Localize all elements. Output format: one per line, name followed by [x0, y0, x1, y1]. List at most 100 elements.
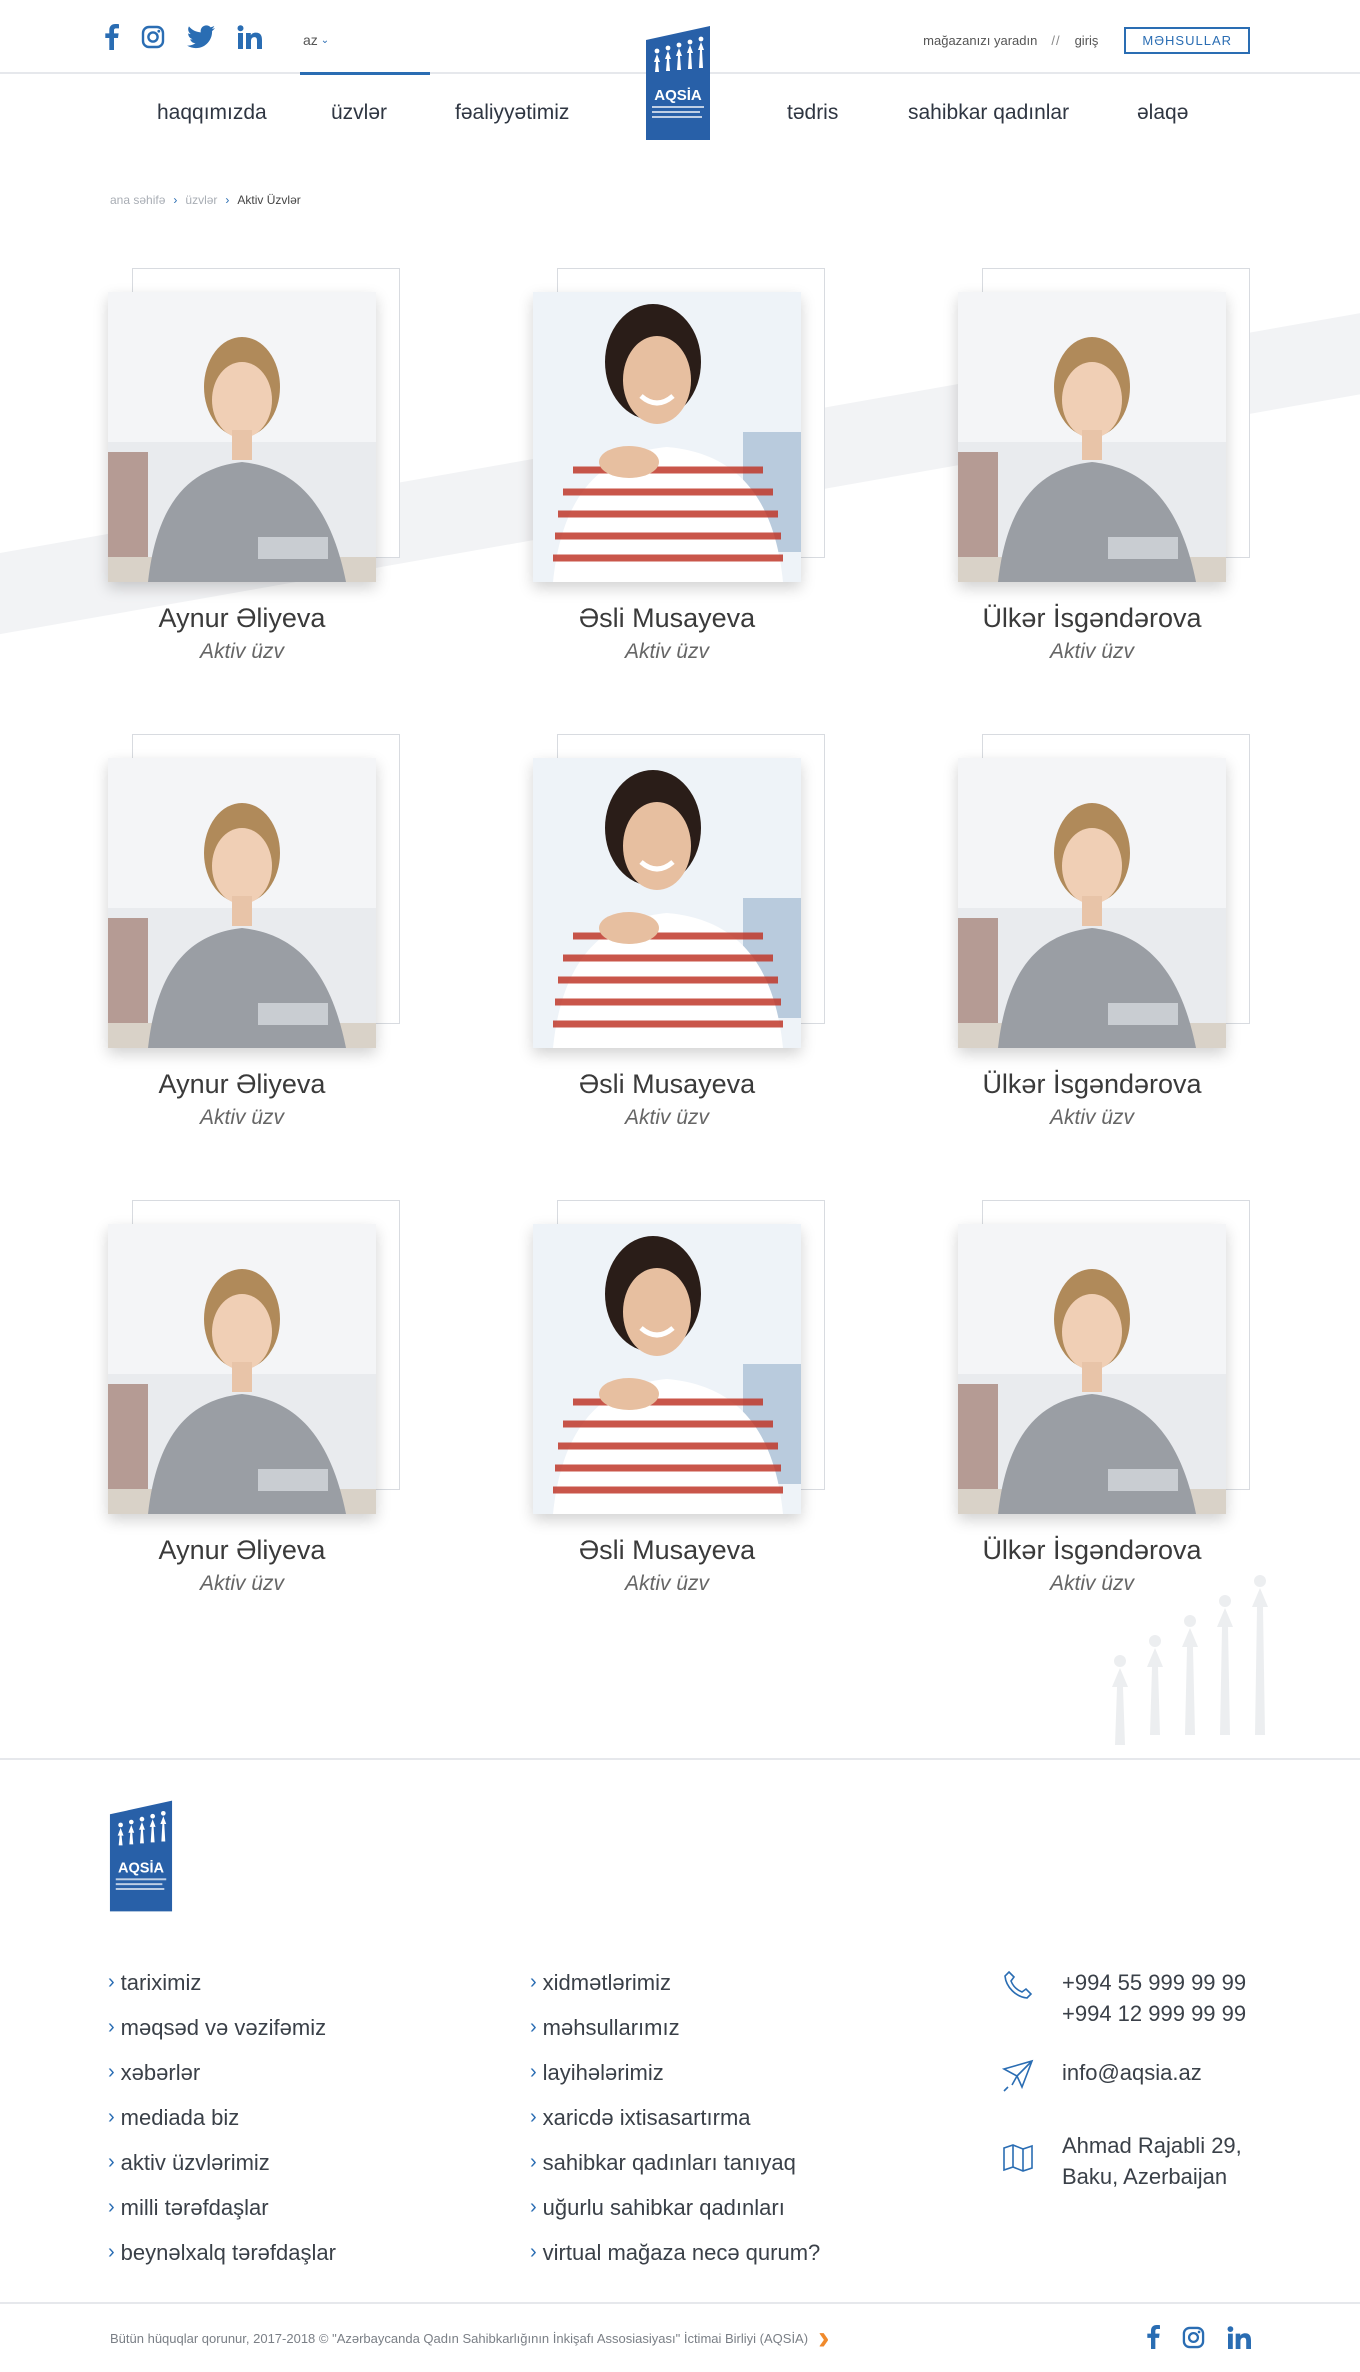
member-name[interactable]: Ülkər İsgəndərova	[958, 1535, 1226, 1566]
nav-item-members[interactable]: üzvlər	[331, 101, 387, 125]
member-name[interactable]: Aynur Əliyeva	[108, 603, 376, 634]
chevron-down-icon: ⌄	[320, 34, 330, 46]
chevron-right-icon: ›	[108, 2061, 115, 2083]
address-line-1: Ahmad Rajabli 29,	[1062, 2133, 1242, 2158]
twitter-icon[interactable]	[187, 22, 215, 52]
footer-link-successful-women[interactable]: › uğurlu sahibkar qadınları	[530, 2192, 820, 2223]
footer-link-projects[interactable]: › layihələrimiz	[530, 2057, 820, 2088]
phone-1[interactable]: +994 55 999 99 99	[1062, 1967, 1246, 1998]
chevron-right-icon: ›	[108, 2241, 115, 2263]
member-photo[interactable]	[108, 1224, 376, 1514]
member-card[interactable]: Aynur Əliyeva Aktiv üzv	[108, 268, 408, 688]
chevron-right-icon: ›	[530, 2196, 537, 2218]
member-name[interactable]: Əsli Musayeva	[533, 1069, 801, 1100]
member-name[interactable]: Əsli Musayeva	[533, 603, 801, 634]
member-photo[interactable]	[533, 292, 801, 582]
member-role: Aktiv üzv	[624, 1106, 710, 1129]
chevron-right-icon: ›	[108, 2016, 115, 2038]
member-card[interactable]: Ülkər İsgəndərova Aktiv üzv	[958, 1200, 1258, 1620]
member-card[interactable]: Əsli Musayeva Aktiv üzv	[533, 268, 833, 688]
member-card[interactable]: Aynur Əliyeva Aktiv üzv	[108, 734, 408, 1154]
instagram-icon[interactable]	[141, 22, 165, 52]
member-role: Aktiv üzv	[624, 640, 710, 663]
footer-link-virtual-store[interactable]: › virtual mağaza necə qurum?	[530, 2237, 820, 2268]
chevron-right-icon: ›	[108, 2151, 115, 2173]
member-photo[interactable]	[958, 758, 1226, 1048]
map-icon	[1003, 2144, 1033, 2172]
phone-2[interactable]: +994 12 999 99 99	[1062, 1998, 1246, 2029]
footer-divider	[0, 1758, 1360, 1760]
chevron-right-icon: ›	[108, 2196, 115, 2218]
footer-link-national-partners[interactable]: › milli tərəfdaşlar	[108, 2192, 336, 2223]
footer-link-news[interactable]: › xəbərlər	[108, 2057, 336, 2088]
footer-link-products[interactable]: › məhsullarımız	[530, 2012, 820, 2043]
member-role: Aktiv üzv	[1049, 1572, 1135, 1595]
chevron-right-icon: ›	[530, 2016, 537, 2038]
language-select[interactable]: az ⌄	[303, 32, 329, 48]
paper-plane-icon	[1001, 2059, 1034, 2092]
member-photo[interactable]	[108, 758, 376, 1048]
member-card[interactable]: Ülkər İsgəndərova Aktiv üzv	[958, 734, 1258, 1154]
member-photo[interactable]	[533, 758, 801, 1048]
member-name[interactable]: Aynur Əliyeva	[108, 1069, 376, 1100]
login-link[interactable]: giriş	[1075, 33, 1099, 48]
create-store-link[interactable]: mağazanızı yaradın	[923, 33, 1037, 48]
member-card[interactable]: Əsli Musayeva Aktiv üzv	[533, 734, 833, 1154]
member-card[interactable]: Aynur Əliyeva Aktiv üzv	[108, 1200, 408, 1620]
phone-icon	[1004, 1970, 1033, 1999]
footer-link-international-partners[interactable]: › beynəlxalq tərəfdaşlar	[108, 2237, 336, 2268]
member-photo[interactable]	[108, 292, 376, 582]
footer-link-services[interactable]: › xidmətlərimiz	[530, 1967, 820, 1998]
facebook-icon[interactable]	[105, 22, 119, 52]
nav-item-activities[interactable]: fəaliyyətimiz	[455, 101, 569, 125]
member-name[interactable]: Aynur Əliyeva	[108, 1535, 376, 1566]
footer-link-media[interactable]: › mediada biz	[108, 2102, 336, 2133]
member-role: Aktiv üzv	[199, 1106, 285, 1129]
footer-link-meet-entrepreneurs[interactable]: › sahibkar qadınları tanıyaq	[530, 2147, 820, 2178]
chevron-right-icon: ›	[530, 1971, 537, 1993]
footer-link-active-members[interactable]: › aktiv üzvlərimiz	[108, 2147, 336, 2178]
member-name[interactable]: Ülkər İsgəndərova	[958, 1069, 1226, 1100]
nav-item-training[interactable]: tədris	[787, 101, 838, 125]
member-card[interactable]: Əsli Musayeva Aktiv üzv	[533, 1200, 833, 1620]
arrow-right-icon[interactable]: ›	[818, 2321, 829, 2355]
member-card[interactable]: Ülkər İsgəndərova Aktiv üzv	[958, 268, 1258, 688]
footer-links-col1: › tariximiz › məqsəd və vəzifəmiz › xəbərlə…	[108, 1967, 336, 2268]
member-photo[interactable]	[958, 292, 1226, 582]
footer-link-history[interactable]: › tariximiz	[108, 1967, 336, 1998]
chevron-right-icon: ›	[173, 193, 178, 207]
nav-item-about[interactable]: haqqımızda	[157, 101, 267, 125]
linkedin-icon[interactable]	[1227, 2322, 1252, 2352]
member-name[interactable]: Əsli Musayeva	[533, 1535, 801, 1566]
main-nav: haqqımızda üzvlər fəaliyyətimiz tədris s…	[0, 74, 1360, 154]
facebook-icon[interactable]	[1147, 2322, 1160, 2352]
chevron-right-icon: ›	[108, 2106, 115, 2128]
bottom-divider	[0, 2302, 1360, 2304]
breadcrumb-home[interactable]: ana səhifə	[110, 193, 165, 207]
language-value: az	[303, 32, 318, 48]
footer-link-mission[interactable]: › məqsəd və vəzifəmiz	[108, 2012, 336, 2043]
chevron-right-icon: ›	[225, 193, 230, 207]
member-name[interactable]: Ülkər İsgəndərova	[958, 603, 1226, 634]
nav-item-women-entrepreneurs[interactable]: sahibkar qadınlar	[908, 101, 1069, 125]
breadcrumb-members[interactable]: üzvlər	[185, 193, 217, 207]
linkedin-icon[interactable]	[237, 22, 263, 52]
top-links: mağazanızı yaradın // giriş MƏHSULLAR	[923, 27, 1250, 54]
chevron-right-icon: ›	[530, 2106, 537, 2128]
member-photo[interactable]	[958, 1224, 1226, 1514]
member-photo[interactable]	[533, 1224, 801, 1514]
breadcrumb-current: Aktiv Üzvlər	[237, 193, 301, 207]
footer-link-training-abroad[interactable]: › xaricdə ixtisasartırma	[530, 2102, 820, 2133]
nav-item-contact[interactable]: əlaqə	[1137, 101, 1188, 125]
nav-active-indicator	[300, 72, 430, 75]
contact-phone: +994 55 999 99 99 +994 12 999 99 99	[1000, 1967, 1246, 2029]
member-role: Aktiv üzv	[1049, 640, 1135, 663]
chevron-right-icon: ›	[530, 2061, 537, 2083]
products-button[interactable]: MƏHSULLAR	[1124, 27, 1250, 54]
footer-logo-title: AQSİA	[118, 1860, 165, 1877]
instagram-icon[interactable]	[1182, 2322, 1205, 2352]
chevron-right-icon: ›	[530, 2241, 537, 2263]
email-link[interactable]: info@aqsia.az	[1062, 2057, 1202, 2088]
breadcrumb: ana səhifə › üzvlər › Aktiv Üzvlər	[110, 193, 301, 207]
footer-logo[interactable]: AQSİA	[108, 1800, 174, 1912]
